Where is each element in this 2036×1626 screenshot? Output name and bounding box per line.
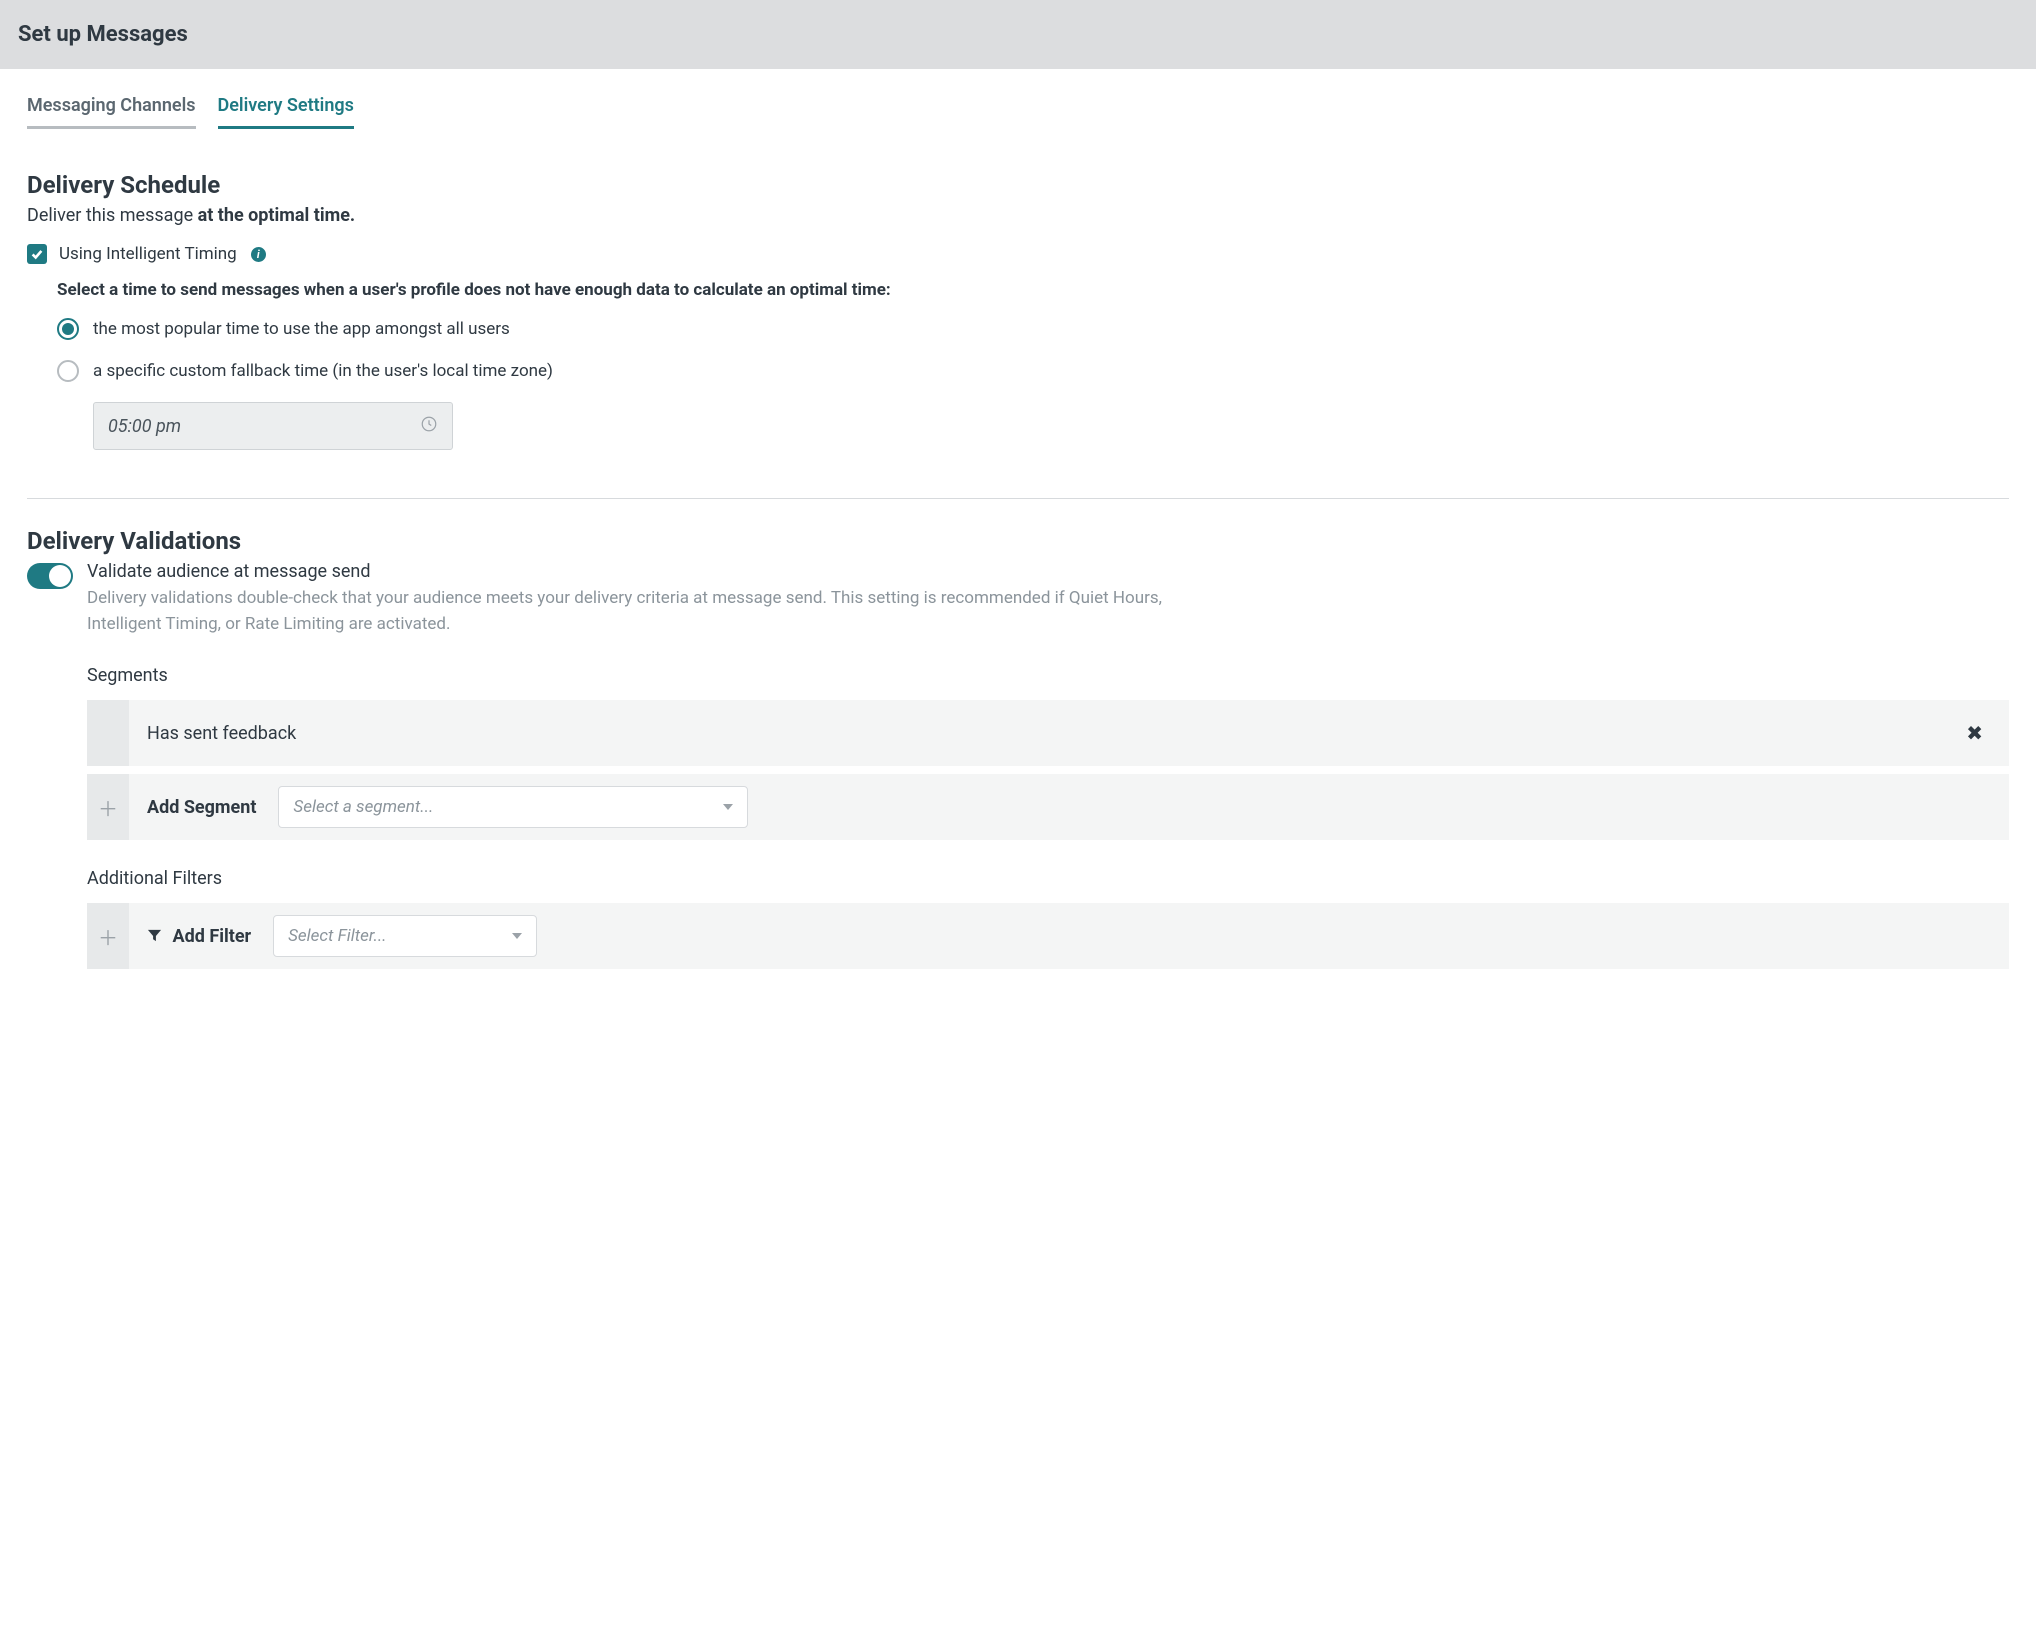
- segment-select-placeholder: Select a segment...: [293, 797, 433, 817]
- remove-segment-button[interactable]: ✖: [1966, 721, 1991, 745]
- add-segment-row: ＋ Add Segment Select a segment...: [87, 774, 2009, 840]
- tab-messaging-channels[interactable]: Messaging Channels: [27, 95, 196, 129]
- info-icon[interactable]: i: [251, 247, 266, 262]
- page-header: Set up Messages: [0, 0, 2036, 69]
- add-segment-label: Add Segment: [147, 797, 256, 818]
- add-filter-handle[interactable]: ＋: [87, 903, 129, 969]
- radio-custom-label: a specific custom fallback time (in the …: [93, 361, 553, 381]
- clock-icon: [420, 415, 438, 438]
- segment-select[interactable]: Select a segment...: [278, 786, 748, 828]
- chevron-down-icon: [512, 933, 522, 939]
- segment-row: Has sent feedback ✖: [87, 700, 2009, 766]
- plus-icon: ＋: [98, 922, 118, 951]
- validate-audience-toggle[interactable]: [27, 563, 73, 589]
- fallback-instruction: Select a time to send messages when a us…: [57, 280, 2009, 300]
- segment-handle[interactable]: [87, 700, 129, 766]
- tabs: Messaging Channels Delivery Settings: [0, 69, 2036, 129]
- validate-audience-description: Delivery validations double-check that y…: [87, 586, 1207, 637]
- delivery-validations-heading: Delivery Validations: [27, 527, 2009, 555]
- fallback-time-input[interactable]: 05:00 pm: [93, 402, 453, 450]
- delivery-schedule-subline: Deliver this message at the optimal time…: [27, 205, 2009, 226]
- tab-delivery-settings[interactable]: Delivery Settings: [218, 95, 354, 129]
- subline-bold: at the optimal time.: [198, 205, 356, 226]
- radio-popular-time[interactable]: [57, 318, 79, 340]
- intelligent-timing-label: Using Intelligent Timing: [59, 244, 237, 264]
- add-filter-label: Add Filter: [147, 926, 251, 947]
- segment-name: Has sent feedback: [147, 723, 296, 744]
- check-icon: [30, 247, 44, 261]
- delivery-schedule-heading: Delivery Schedule: [27, 171, 2009, 199]
- section-divider: [27, 498, 2009, 499]
- validate-audience-label: Validate audience at message send: [87, 561, 1207, 582]
- funnel-icon: [147, 926, 172, 947]
- filter-select[interactable]: Select Filter...: [273, 915, 537, 957]
- intelligent-timing-checkbox[interactable]: [27, 244, 47, 264]
- plus-icon: ＋: [98, 793, 118, 822]
- page-title: Set up Messages: [18, 22, 2018, 47]
- add-filter-text: Add Filter: [172, 926, 251, 947]
- additional-filters-heading: Additional Filters: [87, 868, 2009, 889]
- filter-select-placeholder: Select Filter...: [288, 926, 386, 946]
- chevron-down-icon: [723, 804, 733, 810]
- add-filter-row: ＋ Add Filter Select Filter...: [87, 903, 2009, 969]
- radio-custom-time[interactable]: [57, 360, 79, 382]
- fallback-time-value: 05:00 pm: [108, 416, 181, 437]
- radio-selected-icon: [62, 323, 74, 335]
- add-segment-handle[interactable]: ＋: [87, 774, 129, 840]
- radio-popular-label: the most popular time to use the app amo…: [93, 319, 510, 339]
- toggle-knob: [49, 565, 71, 587]
- close-icon: ✖: [1966, 721, 1983, 745]
- segments-heading: Segments: [87, 665, 2009, 686]
- subline-prefix: Deliver this message: [27, 205, 198, 226]
